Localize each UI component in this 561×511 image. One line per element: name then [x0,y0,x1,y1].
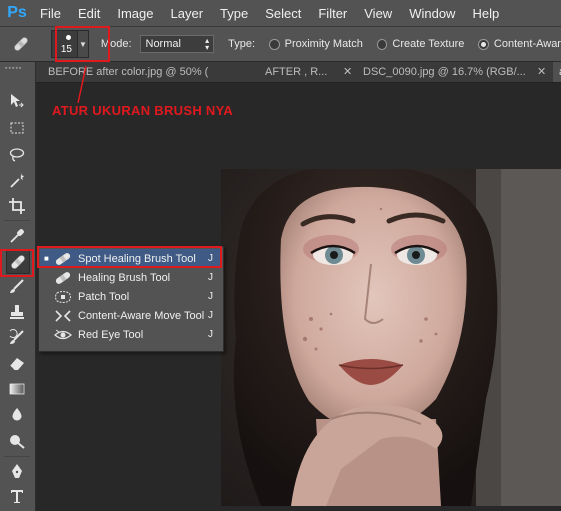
flyout-item-healing-brush[interactable]: Healing Brush Tool J [40,268,222,287]
flyout-item-patch[interactable]: Patch Tool J [40,287,222,306]
shortcut-key: J [208,310,213,321]
flyout-label: Healing Brush Tool [78,271,171,284]
flyout-label: Patch Tool [78,290,130,303]
healing-brush-icon [54,270,72,286]
flyout-label: Content-Aware Move Tool [78,309,205,322]
shortcut-key: J [208,329,213,340]
flyout-item-content-aware-move[interactable]: Content-Aware Move Tool J [40,306,222,325]
patch-icon [54,289,72,305]
shortcut-key: J [208,291,213,302]
shortcut-key: J [208,272,213,283]
flyout-item-highlight [37,246,222,268]
flyout-item-red-eye[interactable]: Red Eye Tool J [40,325,222,344]
flyout-label: Red Eye Tool [78,328,144,341]
content-aware-move-icon [54,308,72,324]
red-eye-icon [54,327,72,343]
